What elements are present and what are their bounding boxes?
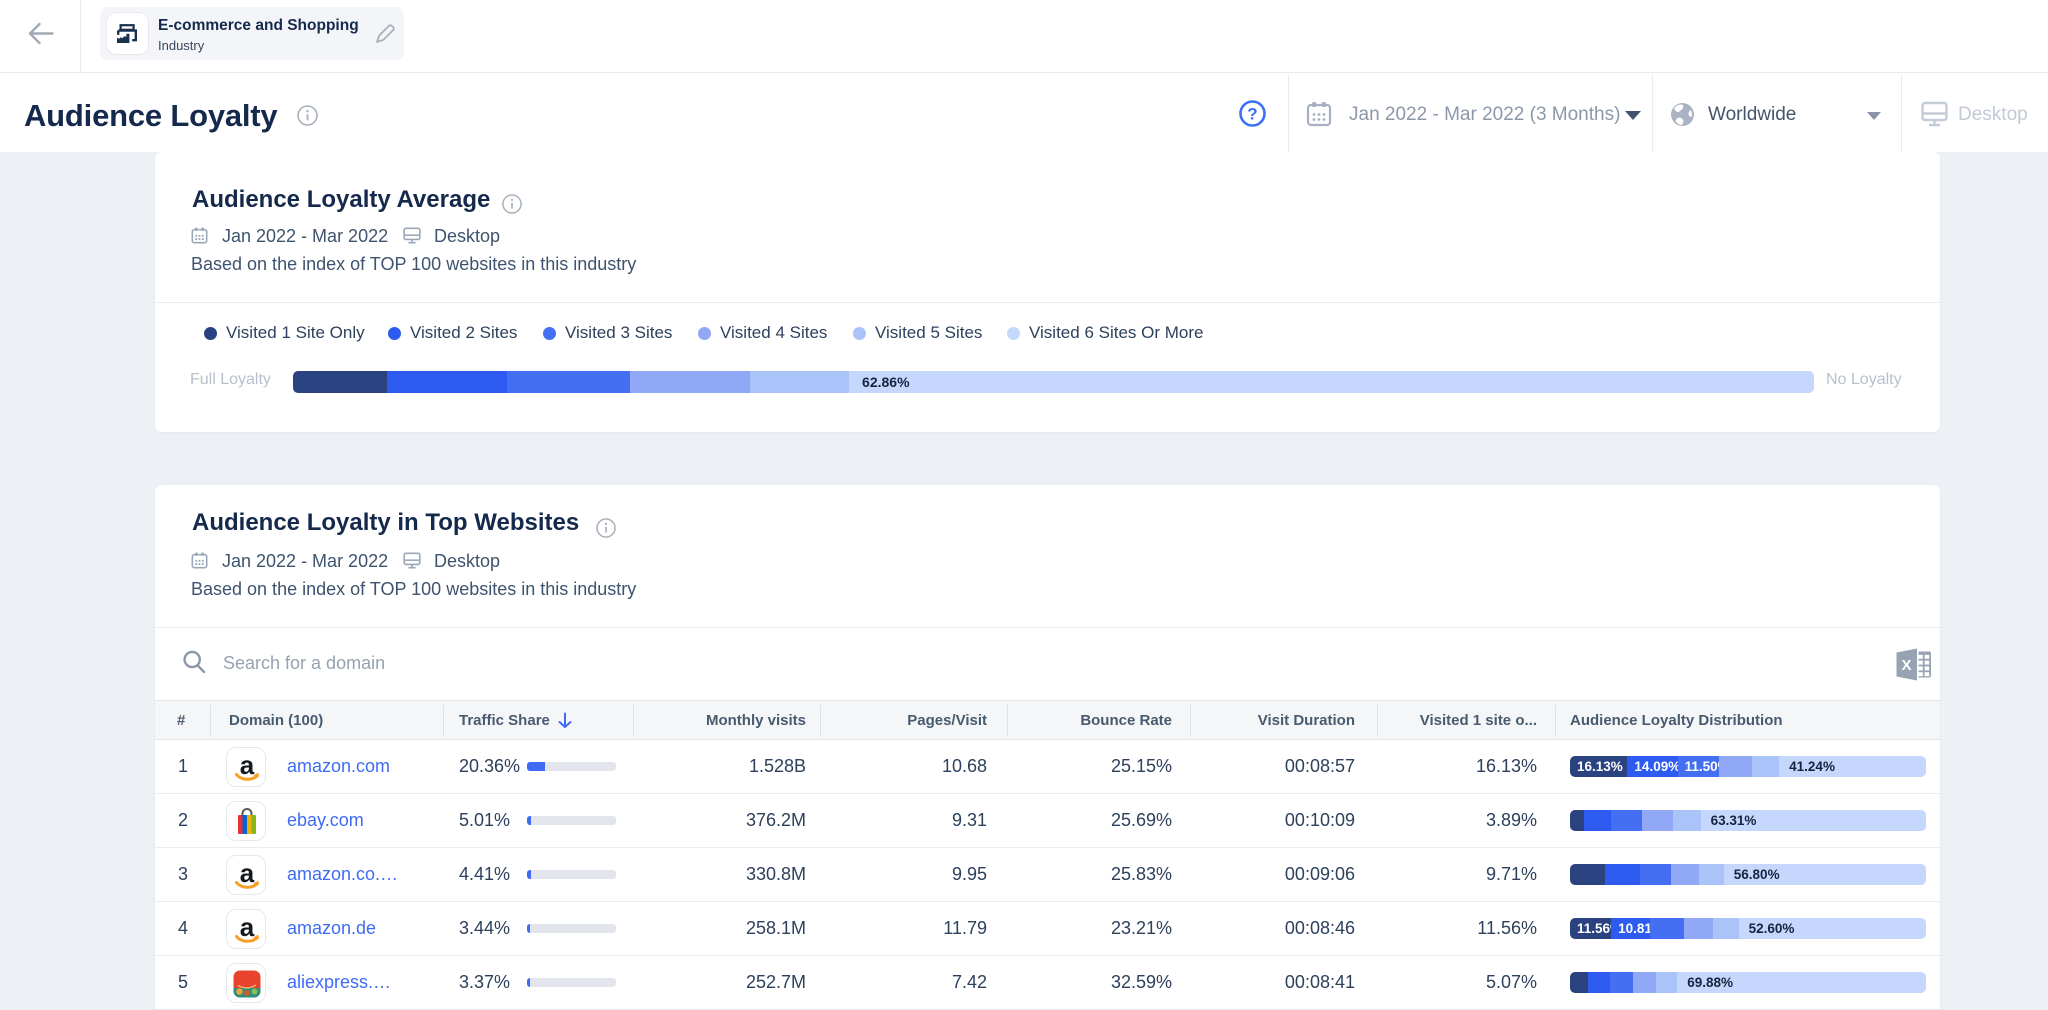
svg-text:a: a bbox=[240, 915, 255, 942]
svg-text:a: a bbox=[240, 753, 255, 780]
svg-text:a: a bbox=[240, 861, 255, 888]
svg-text:?: ? bbox=[1247, 105, 1257, 124]
svg-text:X: X bbox=[1901, 657, 1911, 674]
